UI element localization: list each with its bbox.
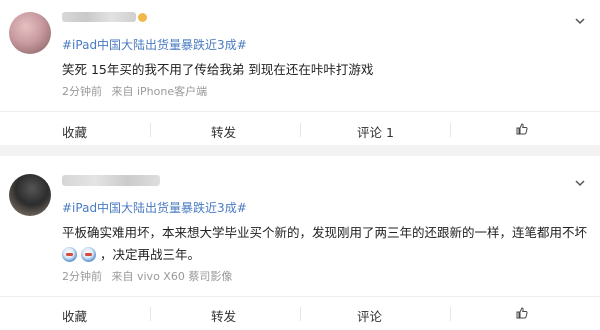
divider (0, 296, 600, 297)
topic-link[interactable]: #iPad中国大陆出货量暴跌近3成# (62, 36, 247, 53)
divider (150, 307, 151, 321)
post-content-line2: ，决定再战三年。 (62, 244, 200, 263)
favorite-button[interactable]: 收藏 (62, 122, 87, 141)
divider (450, 123, 451, 137)
divider (150, 123, 151, 137)
post-source: 来自 iPhone客户端 (111, 85, 208, 98)
chevron-down-icon[interactable] (574, 177, 586, 189)
thumbs-up-icon[interactable] (516, 307, 528, 319)
repost-button[interactable]: 转发 (211, 306, 236, 325)
post-time: 2分钟前 (62, 270, 102, 283)
chevron-down-icon[interactable] (574, 15, 586, 27)
post-meta: 2分钟前 来自 vivo X60 蔡司影像 (62, 268, 232, 284)
post-time: 2分钟前 (62, 85, 102, 98)
divider (0, 111, 600, 112)
comment-button[interactable]: 评论 1 (357, 122, 394, 141)
post-content-text: ，决定再战三年。 (100, 247, 201, 262)
divider (300, 123, 301, 137)
post-card: #iPad中国大陆出货量暴跌近3成# 笑死 15年买的我不用了传给我弟 到现在还… (0, 0, 600, 145)
comment-button[interactable]: 评论 (357, 306, 382, 325)
favorite-button[interactable]: 收藏 (62, 306, 87, 325)
avatar[interactable] (9, 174, 51, 216)
post-content-line1: 平板确实难用坏，本来想大学毕业买个新的，发现刚用了两三年的还跟新的一样，连笔都用… (62, 225, 588, 240)
username-redacted[interactable] (62, 12, 136, 22)
laughing-emoji-icon (62, 247, 77, 262)
username-redacted[interactable] (62, 175, 160, 186)
divider (300, 307, 301, 321)
divider (450, 307, 451, 321)
post-meta: 2分钟前 来自 iPhone客户端 (62, 83, 207, 99)
laughing-emoji-icon (81, 247, 96, 262)
topic-link[interactable]: #iPad中国大陆出货量暴跌近3成# (62, 199, 247, 216)
vip-badge-icon (138, 13, 147, 22)
post-source: 来自 vivo X60 蔡司影像 (111, 270, 233, 283)
post-content: 笑死 15年买的我不用了传给我弟 到现在还在咔咔打游戏 (62, 62, 374, 77)
repost-button[interactable]: 转发 (211, 122, 236, 141)
avatar[interactable] (9, 12, 51, 54)
thumbs-up-icon[interactable] (516, 123, 528, 135)
